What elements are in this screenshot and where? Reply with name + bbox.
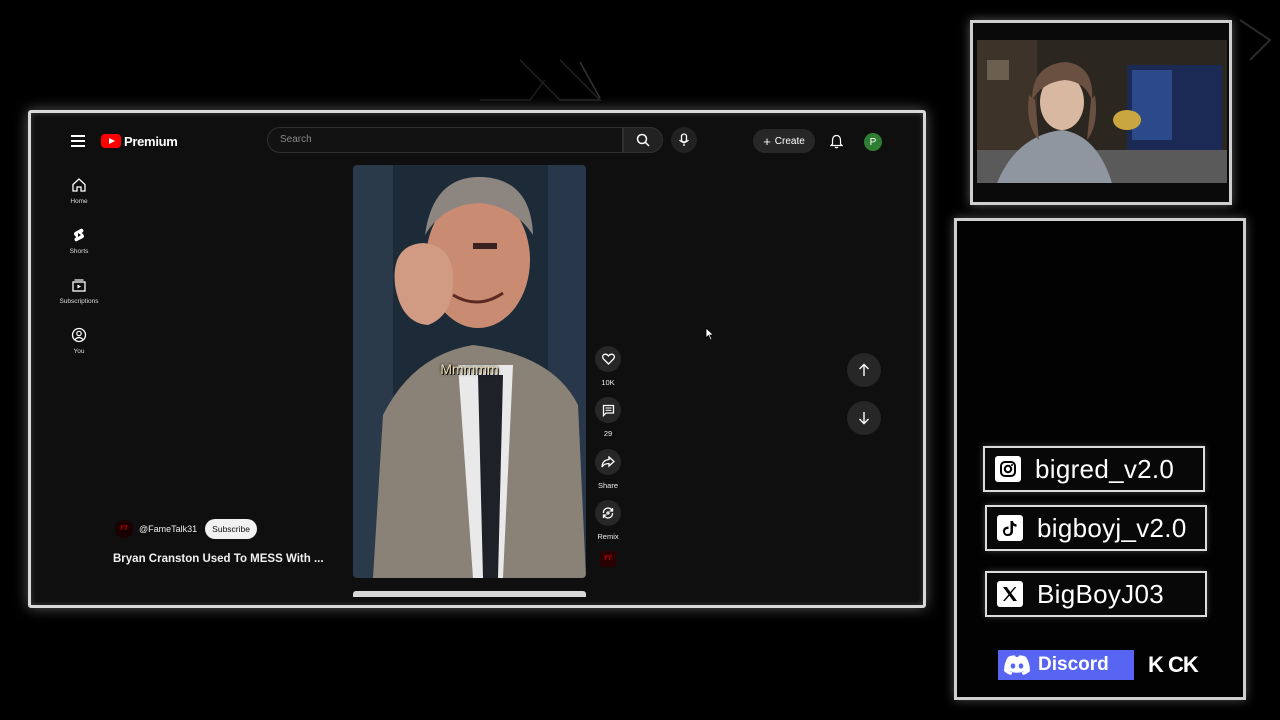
remix-icon: [602, 507, 614, 519]
webcam-image: [977, 40, 1227, 183]
next-short-button[interactable]: [847, 401, 881, 435]
short-video-player[interactable]: Mmmmm: [353, 165, 586, 578]
home-icon: [72, 178, 86, 192]
tiktok-handle-card: bigboyj_v2.0: [985, 505, 1207, 551]
menu-icon[interactable]: [71, 135, 85, 147]
you-icon: [71, 327, 87, 343]
webcam-frame: [970, 20, 1232, 205]
search-placeholder: Search: [280, 134, 312, 145]
like-button[interactable]: 10K: [595, 346, 621, 387]
instagram-handle-card: bigred_v2.0: [983, 446, 1205, 492]
arrow-up-icon: [859, 363, 869, 376]
youtube-premium-logo[interactable]: Premium: [101, 133, 178, 149]
youtube-play-icon: [101, 134, 121, 148]
x-handle-card: BigBoyJ03: [985, 571, 1207, 617]
bell-icon: [829, 134, 843, 148]
mouse-cursor-icon: [705, 327, 715, 341]
channel-info: FT @FameTalk31 Subscribe: [115, 519, 257, 539]
sidebar: Home Shorts Subscriptions You: [51, 173, 107, 373]
instagram-handle: bigred_v2.0: [1035, 453, 1175, 484]
search-icon: [636, 133, 650, 147]
discord-badge: Discord: [998, 650, 1134, 680]
webcam-feed: [977, 40, 1227, 183]
search-input[interactable]: Search: [267, 127, 623, 153]
voice-search-button[interactable]: [671, 127, 697, 153]
video-progress-bar[interactable]: [353, 591, 586, 597]
sidebar-item-shorts[interactable]: Shorts: [51, 223, 107, 273]
search-button[interactable]: [623, 127, 663, 153]
x-handle: BigBoyJ03: [1037, 578, 1164, 609]
channel-handle[interactable]: @FameTalk31: [139, 524, 197, 534]
arrow-down-icon: [859, 412, 869, 425]
tiktok-handle: bigboyj_v2.0: [1037, 512, 1187, 543]
discord-label: Discord: [1038, 654, 1109, 675]
top-bar: Premium Search + Create P: [37, 121, 917, 165]
share-icon: [601, 456, 615, 468]
share-button[interactable]: Share: [595, 449, 621, 490]
comment-icon: [602, 404, 614, 417]
remix-button[interactable]: Remix: [595, 500, 621, 541]
youtube-window: Premium Search + Create P Home Shorts Su…: [28, 110, 926, 608]
video-caption: Mmmmm: [440, 361, 499, 377]
kick-logo: K CK: [1148, 652, 1199, 677]
x-logo-icon: [997, 581, 1023, 607]
like-count: 10K: [601, 378, 615, 387]
subscriptions-icon: [72, 279, 86, 292]
subscribe-button[interactable]: Subscribe: [205, 519, 257, 539]
microphone-icon: [679, 133, 689, 146]
notifications-button[interactable]: [827, 131, 845, 151]
instagram-icon: [995, 456, 1021, 482]
heart-icon: [601, 353, 615, 365]
create-button[interactable]: + Create: [753, 129, 815, 153]
tiktok-icon: [997, 515, 1023, 541]
channel-avatar[interactable]: FT: [115, 520, 133, 538]
sidebar-item-subscriptions[interactable]: Subscriptions: [51, 273, 107, 323]
video-title[interactable]: Bryan Cranston Used To MESS With ...: [113, 553, 324, 565]
previous-short-button[interactable]: [847, 353, 881, 387]
channel-sound-thumbnail[interactable]: FT: [600, 551, 616, 567]
shorts-icon: [74, 228, 84, 242]
sidebar-item-you[interactable]: You: [51, 323, 107, 373]
comments-button[interactable]: 29: [595, 397, 621, 438]
comment-count: 29: [603, 429, 613, 438]
sidebar-item-home[interactable]: Home: [51, 173, 107, 223]
account-avatar[interactable]: P: [864, 133, 882, 151]
plus-icon: +: [763, 133, 771, 149]
discord-icon: [1004, 655, 1030, 675]
